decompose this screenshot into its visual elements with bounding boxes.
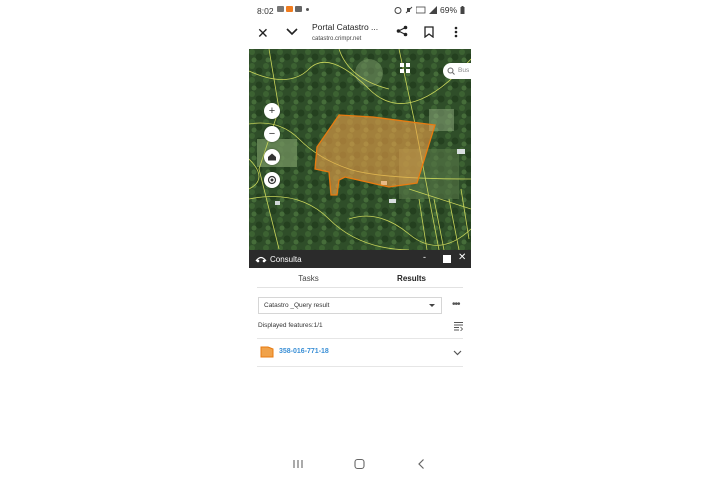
tabs-divider [257,287,463,288]
tab-tasks[interactable]: Tasks [257,270,360,288]
divider [257,366,463,367]
more-notifications-dot [306,7,309,11]
search-placeholder: Bus [458,67,470,74]
panel-tabs: Tasks Results [257,270,463,288]
volte-icon [415,6,426,14]
result-layer-value: Catastro _Query result [264,302,330,309]
zoom-in-button[interactable]: + [264,103,280,119]
mail-notification-icon [295,6,302,12]
back-icon[interactable] [417,458,425,470]
page-url: catastro.crimpr.net [312,36,362,42]
status-right-icons: 69% [394,5,465,15]
home-icon [268,153,276,161]
basemap-gallery-icon[interactable] [399,62,411,74]
parcel-polygon[interactable] [314,114,436,196]
recent-apps-icon[interactable] [293,458,303,470]
zoom-out-button[interactable]: − [264,126,280,142]
browser-toolbar: ✕ Portal Catastro ... catastro.crimpr.ne… [249,20,471,48]
status-time: 8:02 [257,6,274,16]
mute-icon [405,6,413,14]
parcel-polygon-icon [260,346,274,358]
divider [257,338,463,339]
battery-percent: 69% [439,5,457,15]
status-bar: 8:02 69% [249,0,471,20]
signal-icon [428,6,437,14]
more-options-button[interactable]: ••• [452,299,460,310]
result-feature-id[interactable]: 358-016-771-18 [279,348,329,355]
query-widget-icon [255,256,267,263]
parcel-highlight[interactable] [249,49,471,250]
displayed-features-count: Displayed features:1/1 [258,322,323,329]
notification-icons [277,6,309,12]
gallery-notification-icon [277,6,284,12]
phone-screen: 8:02 69% ✕ Portal Catastro ... catastro.… [249,0,471,480]
result-list-item[interactable]: 358-016-771-18 [257,340,463,366]
system-nav-bar [249,452,471,480]
alarm-icon [394,7,402,14]
map-search-input[interactable]: Bus [443,63,471,79]
page-title: Portal Catastro ... [312,22,379,32]
battery-icon [460,6,465,14]
locate-icon [267,175,277,185]
share-icon[interactable] [396,25,408,37]
list-options-icon[interactable] [454,321,464,331]
panel-title: Consulta [270,255,302,264]
caret-down-icon [429,304,435,307]
panel-minimize-button[interactable]: - [423,252,426,262]
chevron-down-icon[interactable] [285,24,299,38]
search-icon [447,67,455,75]
map-view[interactable]: + − Bus [249,49,471,250]
home-button[interactable] [264,149,280,165]
bookmark-icon[interactable] [424,26,434,38]
locate-button[interactable] [264,172,280,188]
close-icon[interactable]: ✕ [257,25,269,42]
panel-maximize-button[interactable] [443,255,451,263]
home-nav-icon[interactable] [354,458,365,470]
chevron-down-icon[interactable] [453,350,462,356]
tab-results[interactable]: Results [360,270,463,288]
panel-header: Consulta - ✕ [249,250,471,268]
panel-close-button[interactable]: ✕ [458,252,466,263]
result-layer-select[interactable]: Catastro _Query result [258,297,442,314]
more-vert-icon[interactable] [454,26,458,38]
app-notification-icon [286,6,293,12]
